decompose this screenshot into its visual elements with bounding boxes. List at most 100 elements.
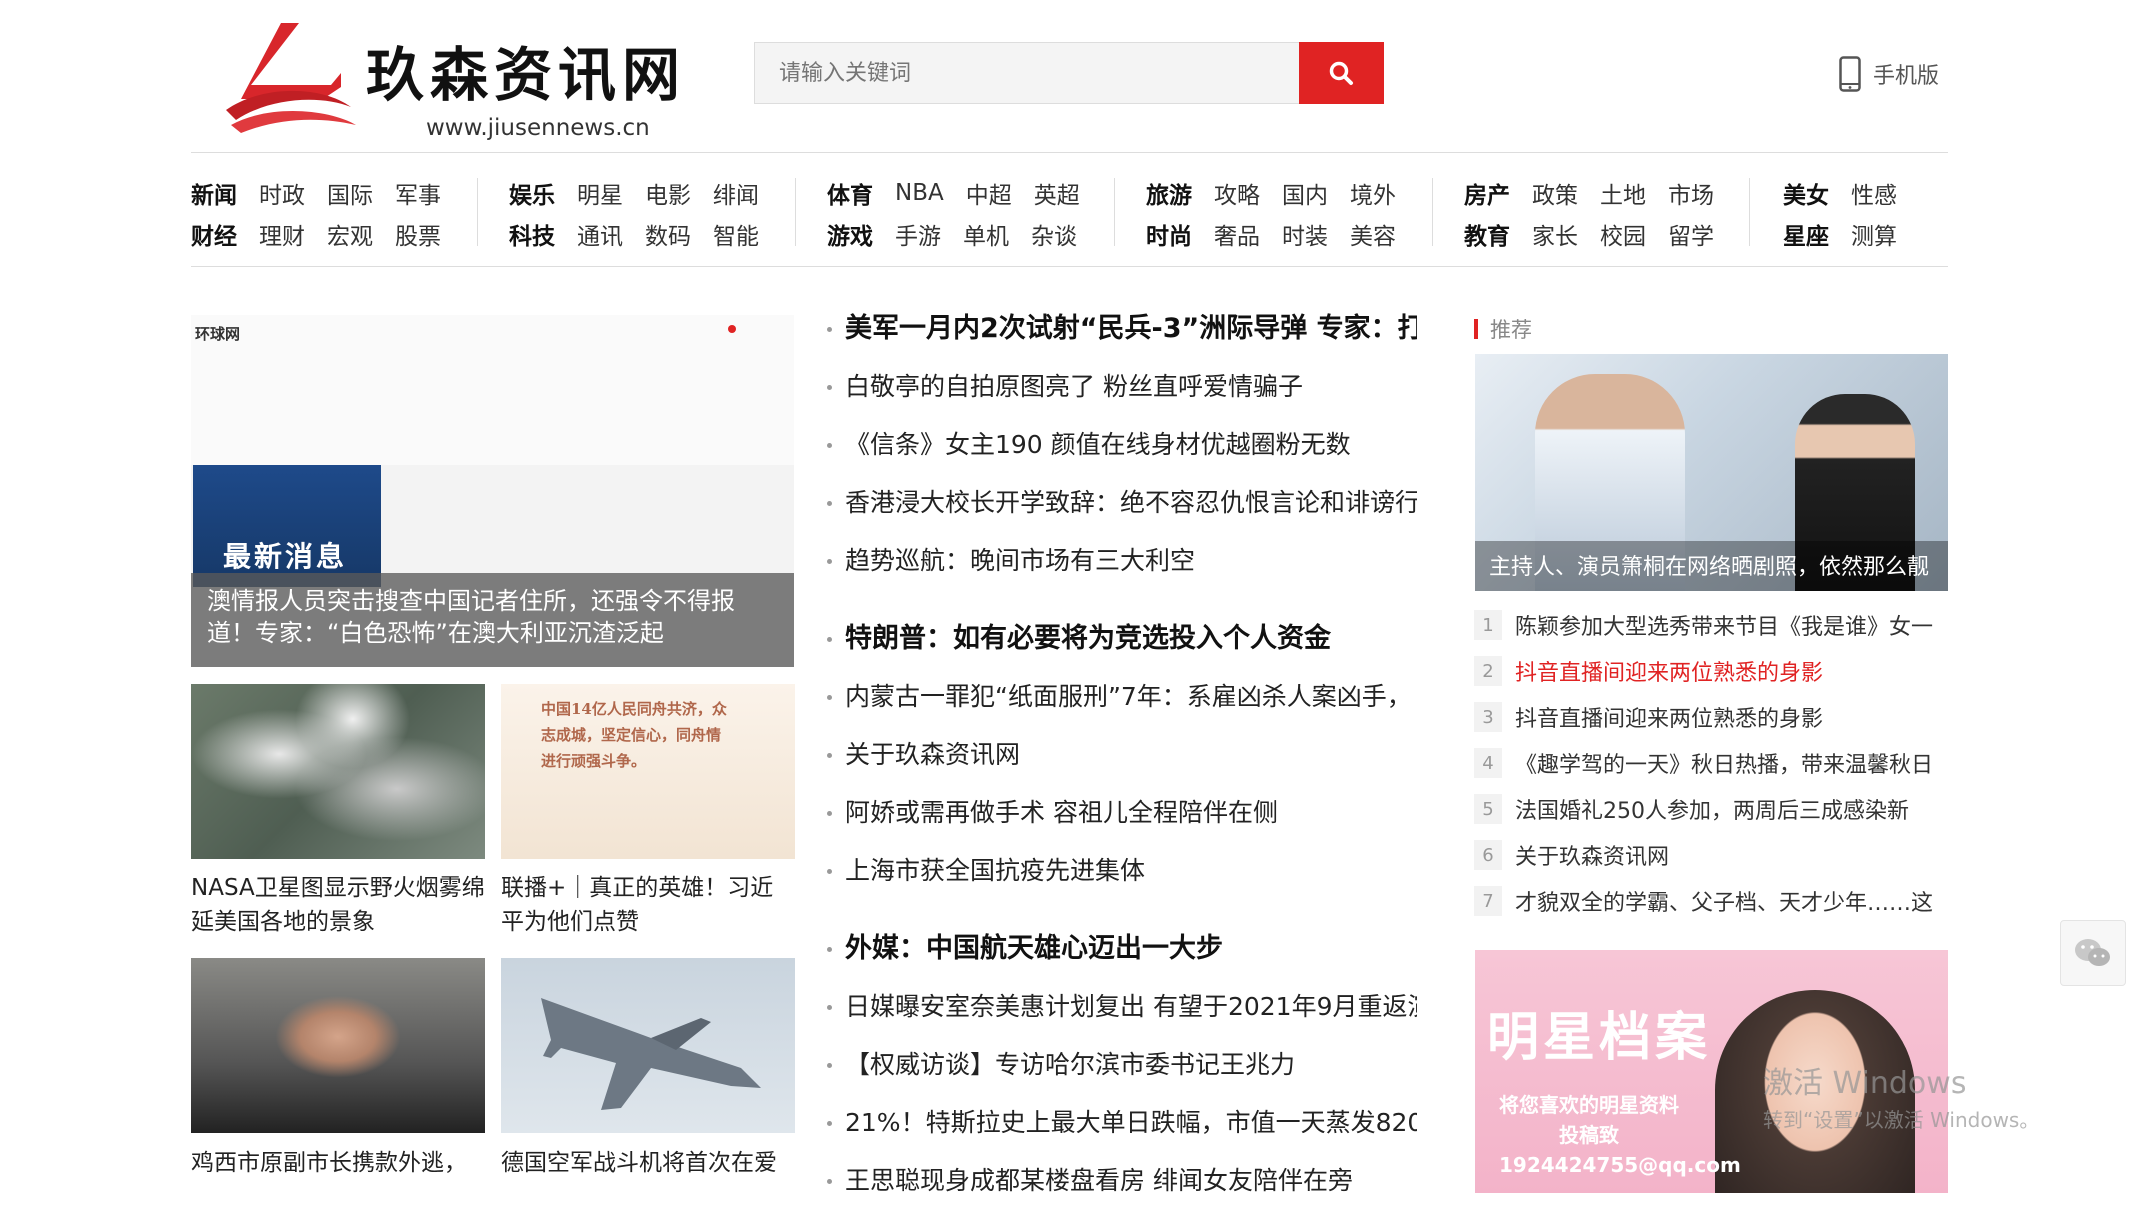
- nav-item[interactable]: 美女: [1783, 176, 1829, 210]
- nav-item[interactable]: 旅游: [1146, 176, 1192, 210]
- nav-item[interactable]: 单机: [963, 217, 1009, 251]
- headline-item[interactable]: 关于玖森资讯网: [827, 734, 1417, 792]
- nav-item[interactable]: 测算: [1851, 217, 1897, 251]
- list-item[interactable]: 3 抖音直播间迎来两位熟悉的身影: [1474, 694, 1948, 740]
- nav-item[interactable]: 市场: [1668, 176, 1714, 210]
- nav-item[interactable]: 新闻: [191, 176, 237, 210]
- headline-item[interactable]: 白敬亭的自拍原图亮了 粉丝直呼爱情骗子: [827, 366, 1417, 424]
- nav-item[interactable]: 电影: [645, 176, 691, 210]
- nav-item[interactable]: 股票: [395, 217, 441, 251]
- nav-item[interactable]: 教育: [1464, 217, 1510, 251]
- nav-item[interactable]: 娱乐: [509, 176, 555, 210]
- list-item[interactable]: 6 关于玖森资讯网: [1474, 832, 1948, 878]
- nav-item[interactable]: 英超: [1034, 176, 1080, 210]
- site-logo[interactable]: 玖森资讯网 www.jiusennews.cn: [211, 10, 691, 141]
- thumb-image-satellite[interactable]: [191, 684, 485, 859]
- nav-item[interactable]: 家长: [1532, 217, 1578, 251]
- headline-lead[interactable]: 美军一月内2次试射“民兵-3”洲际导弹 专家：打: [827, 308, 1417, 366]
- search-button[interactable]: [1299, 42, 1384, 104]
- nav-item[interactable]: 理财: [259, 217, 305, 251]
- thumb-image-person[interactable]: [191, 958, 485, 1133]
- thumb-title[interactable]: 德国空军战斗机将首次在爱: [501, 1146, 795, 1180]
- nav-item[interactable]: 性感: [1851, 176, 1897, 210]
- nav-item[interactable]: 科技: [509, 217, 555, 251]
- nav-separator: [1749, 178, 1750, 246]
- ranking-list: 1 陈颖参加大型选秀带来节目《我是谁》女一 2 抖音直播间迎来两位熟悉的身影 3…: [1474, 602, 1948, 924]
- thumb-image-jet[interactable]: [501, 958, 795, 1133]
- thumb-title[interactable]: 鸡西市原副市长携款外逃，: [191, 1146, 485, 1180]
- headline-item[interactable]: 趋势巡航：晚间市场有三大利空: [827, 540, 1417, 598]
- thumb-title[interactable]: NASA卫星图显示野火烟雾绵延美国各地的景象: [191, 871, 485, 939]
- headline-lead[interactable]: 特朗普：如有必要将为竞选投入个人资金: [827, 618, 1417, 676]
- nav-item[interactable]: 通讯: [577, 217, 623, 251]
- featured-story[interactable]: 环球网 最新消息 澳情报人员突击搜查中国记者住所，还强令不得报道！专家：“白色恐…: [191, 315, 794, 667]
- search-input[interactable]: [755, 43, 1383, 103]
- nav-item[interactable]: 奢品: [1214, 217, 1260, 251]
- headline-item[interactable]: 香港浸大校长开学致辞：绝不容忍仇恨言论和诽谤行: [827, 482, 1417, 540]
- phone-icon: [1839, 56, 1861, 92]
- nav-item[interactable]: 房产: [1464, 176, 1510, 210]
- headline-item[interactable]: 【权威访谈】专访哈尔滨市委书记王兆力: [827, 1044, 1417, 1102]
- nav-item[interactable]: 星座: [1783, 217, 1829, 251]
- nav-item[interactable]: 中超: [966, 176, 1012, 210]
- nav-item[interactable]: 体育: [827, 176, 873, 210]
- nav-item[interactable]: 攻略: [1214, 176, 1260, 210]
- wechat-share-button[interactable]: [2060, 920, 2126, 986]
- recommend-image[interactable]: 主持人、演员箫桐在网络晒剧照，依然那么靓: [1475, 354, 1948, 591]
- mobile-version-link[interactable]: 手机版: [1839, 56, 1940, 92]
- list-item[interactable]: 5 法国婚礼250人参加，两周后三成感染新: [1474, 786, 1948, 832]
- recommend-heading: 推荐: [1474, 314, 1532, 344]
- nav-item[interactable]: 国内: [1282, 176, 1328, 210]
- rank-number: 7: [1474, 886, 1502, 916]
- nav-item[interactable]: 时装: [1282, 217, 1328, 251]
- thumb-title[interactable]: 联播+｜真正的英雄！习近平为他们点赞: [501, 871, 795, 939]
- nav-item[interactable]: 美容: [1350, 217, 1396, 251]
- recommend-image-caption: 主持人、演员箫桐在网络晒剧照，依然那么靓: [1475, 541, 1948, 591]
- rank-title: 才貌双全的学霸、父子档、天才少年……这: [1515, 891, 1934, 916]
- nav-item[interactable]: 境外: [1350, 176, 1396, 210]
- nav-item[interactable]: 土地: [1600, 176, 1646, 210]
- watermark-line: 激活 Windows: [1763, 1066, 1967, 1101]
- nav-item[interactable]: 绯闻: [713, 176, 759, 210]
- nav-item[interactable]: 政策: [1532, 176, 1578, 210]
- nav-item[interactable]: 时政: [259, 176, 305, 210]
- rank-title: 抖音直播间迎来两位熟悉的身影: [1515, 707, 1824, 732]
- nav-item[interactable]: 智能: [713, 217, 759, 251]
- nav-group-sports: 体育 NBA 中超 英超 游戏 手游 单机 杂谈: [827, 172, 1102, 252]
- nav-item[interactable]: 明星: [577, 176, 623, 210]
- nav-item[interactable]: 校园: [1600, 217, 1646, 251]
- thumb-image-quote[interactable]: 中国14亿人民同舟共济，众 志成城，坚定信心，同舟情 进行顽强斗争。: [501, 684, 795, 859]
- nav-item[interactable]: 留学: [1668, 217, 1714, 251]
- headline-item[interactable]: 内蒙古一罪犯“纸面服刑”7年：系雇凶杀人案凶手，: [827, 676, 1417, 734]
- ad-line: 1924424755@qq.com: [1499, 1153, 1741, 1177]
- nav-item[interactable]: 游戏: [827, 217, 873, 251]
- nav-item[interactable]: 杂谈: [1031, 217, 1077, 251]
- headline-item[interactable]: 阿娇或需再做手术 容祖儿全程陪伴在侧: [827, 792, 1417, 850]
- headline-item[interactable]: 王思聪现身成都某楼盘看房 绯闻女友陪伴在旁: [827, 1160, 1417, 1218]
- nav-item[interactable]: 财经: [191, 217, 237, 251]
- nav-item[interactable]: NBA: [895, 180, 944, 206]
- nav-item[interactable]: 手游: [895, 217, 941, 251]
- list-item[interactable]: 1 陈颖参加大型选秀带来节目《我是谁》女一: [1474, 602, 1948, 648]
- nav-item[interactable]: 数码: [645, 217, 691, 251]
- headline-item[interactable]: 上海市获全国抗疫先进集体: [827, 850, 1417, 908]
- quote-line: 进行顽强斗争。: [541, 752, 647, 770]
- header-divider: [191, 152, 1948, 153]
- featured-caption: 澳情报人员突击搜查中国记者住所，还强令不得报道！专家：“白色恐怖”在澳大利亚沉渣…: [191, 573, 794, 667]
- featured-image-weibo: 环球网: [191, 315, 794, 465]
- quote-line: 中国14亿人民同舟共济，众: [541, 700, 727, 718]
- mobile-version-label: 手机版: [1873, 64, 1940, 89]
- list-item[interactable]: 7 才貌双全的学霸、父子档、天才少年……这: [1474, 878, 1948, 924]
- nav-item[interactable]: 宏观: [327, 217, 373, 251]
- headline-item[interactable]: 21%！特斯拉史上最大单日跌幅，市值一天蒸发820: [827, 1102, 1417, 1160]
- rank-number: 6: [1474, 840, 1502, 870]
- headline-lead[interactable]: 外媒：中国航天雄心迈出一大步: [827, 928, 1417, 986]
- nav-item[interactable]: 国际: [327, 176, 373, 210]
- headline-item[interactable]: 《信条》女主190 颜值在线身材优越圈粉无数: [827, 424, 1417, 482]
- headline-item[interactable]: 日媒曝安室奈美惠计划复出 有望于2021年9月重返演: [827, 986, 1417, 1044]
- nav-item[interactable]: 军事: [395, 176, 441, 210]
- nav-group-beauty: 美女 性感 星座 测算: [1783, 172, 1919, 252]
- nav-item[interactable]: 时尚: [1146, 217, 1192, 251]
- list-item[interactable]: 4 《趣学驾的一天》秋日热播，带来温馨秋日: [1474, 740, 1948, 786]
- list-item[interactable]: 2 抖音直播间迎来两位熟悉的身影: [1474, 648, 1948, 694]
